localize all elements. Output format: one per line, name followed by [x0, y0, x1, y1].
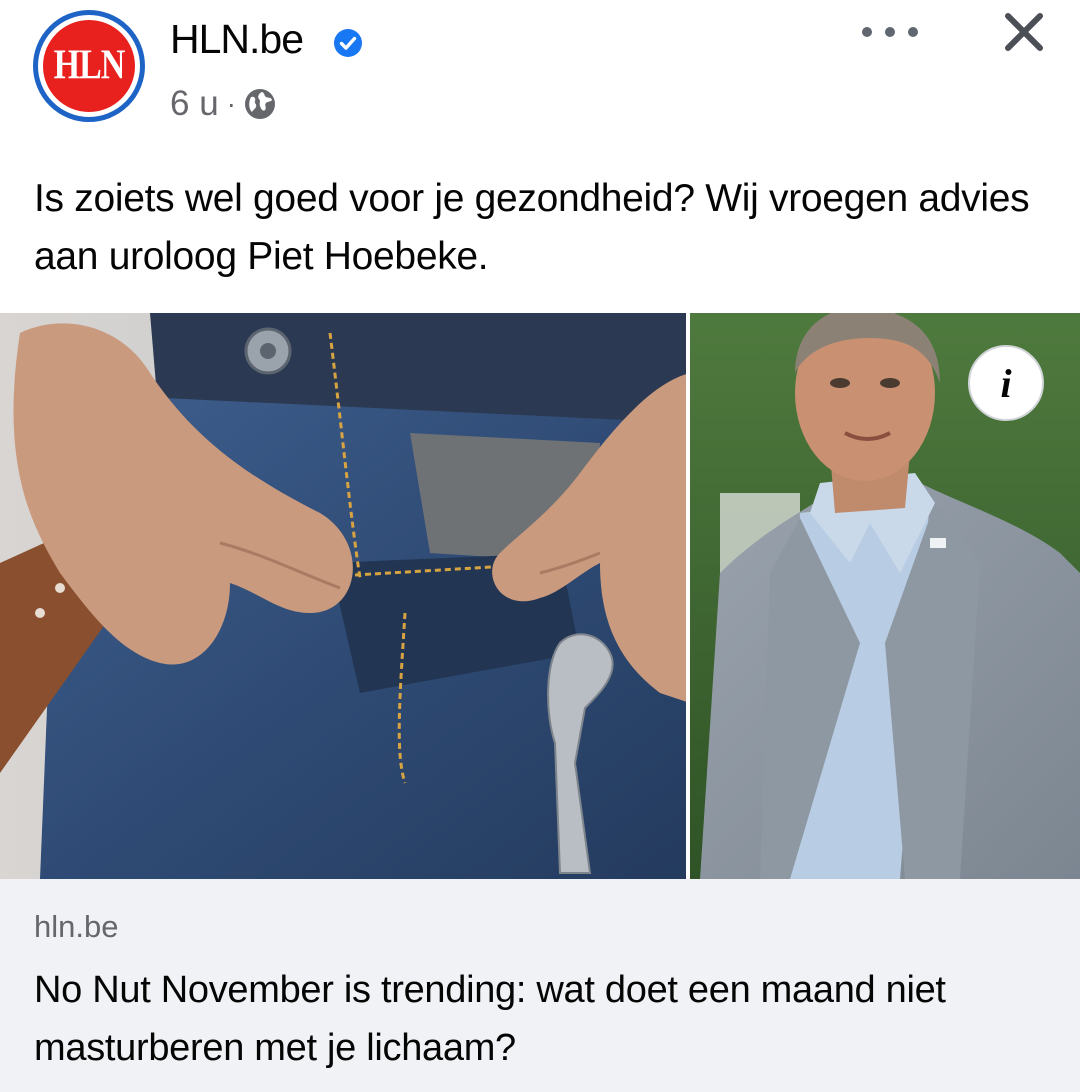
hln-logo: HLN	[43, 20, 135, 112]
post-time[interactable]: 6 u	[170, 84, 219, 124]
link-preview[interactable]: hln.be No Nut November is trending: wat …	[0, 879, 1080, 1092]
avatar-label: HLN	[53, 42, 126, 89]
globe-icon	[244, 89, 275, 119]
info-button[interactable]: i	[968, 345, 1044, 421]
post-meta: 6 u ·	[170, 84, 276, 124]
meta-separator: ·	[226, 88, 236, 119]
page-avatar[interactable]: HLN	[33, 10, 145, 122]
post-caption: Is zoiets wel goed voor je gezondheid? W…	[34, 177, 1030, 278]
link-domain: hln.be	[34, 909, 119, 944]
close-icon[interactable]	[996, 4, 1052, 60]
link-preview-image[interactable]	[0, 313, 1080, 879]
more-dots-icon	[862, 27, 872, 37]
link-title: No Nut November is trending: wat doet ee…	[34, 969, 946, 1069]
page-name[interactable]: HLN.be	[170, 16, 304, 63]
info-icon: i	[1000, 360, 1012, 406]
more-options-button[interactable]	[862, 20, 918, 44]
article-photo	[0, 313, 1080, 879]
verified-badge-icon	[334, 29, 362, 57]
post-header: HLN HLN.be 6 u ·	[0, 0, 1080, 150]
